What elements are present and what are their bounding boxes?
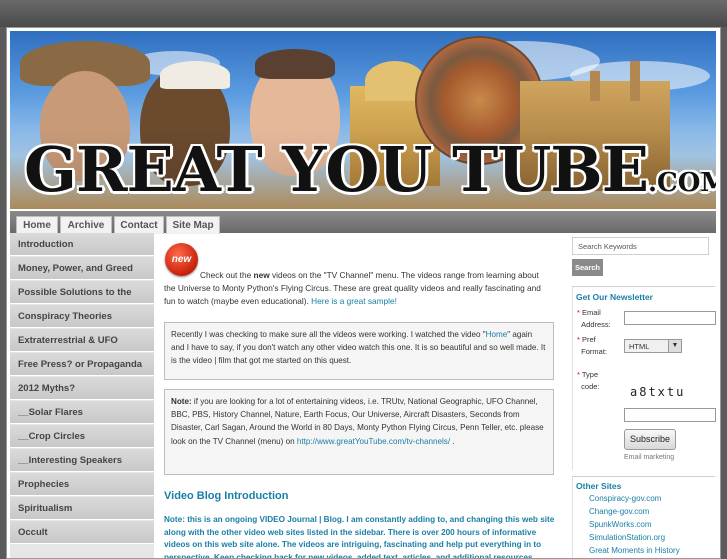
sidebar-item-prophecies[interactable]: Prophecies — [10, 473, 154, 496]
site-title-suffix: .COM — [647, 168, 716, 198]
sidebar-item-introduction[interactable]: Introduction — [10, 233, 154, 256]
other-site-link[interactable]: SimulationStation.org — [589, 533, 665, 542]
section-note: Note: this is an ongoing VIDEO Journal |… — [164, 515, 555, 559]
site-title-text: GREAT YOU TUBE — [24, 133, 649, 206]
sidebar-item-interesting-speakers[interactable]: __Interesting Speakers — [10, 449, 154, 472]
other-sites-title: Other Sites — [576, 481, 622, 491]
captcha-input[interactable] — [624, 408, 716, 422]
spire-image — [630, 61, 640, 101]
note-label: Note: — [171, 397, 192, 406]
sidebar-item-occult[interactable]: Occult — [10, 521, 154, 544]
other-site-link[interactable]: Change-gov.com — [589, 507, 649, 516]
tab-contact[interactable]: Contact — [114, 216, 164, 234]
tv-channels-link[interactable]: http://www.greatYouTube.com/tv-channels/ — [297, 437, 450, 446]
subscribe-button[interactable]: Subscribe — [624, 429, 676, 450]
page-frame: GREAT YOU TUBE.COM Home Archive Contact … — [6, 27, 721, 559]
right-sidebar: Search Keywords Search Get Our Newslette… — [572, 233, 717, 558]
search-button[interactable]: Search — [572, 259, 603, 276]
other-site-link[interactable]: Conspiracy-gov.com — [589, 494, 661, 503]
kufi-image — [160, 61, 230, 89]
note-end: . — [450, 436, 455, 446]
tab-site-map[interactable]: Site Map — [166, 216, 220, 234]
format-label: * Pref Format: — [577, 335, 608, 356]
section-title: Video Blog Introduction — [164, 490, 289, 502]
sidebar-item-conspiracy-theories[interactable]: Conspiracy Theories — [10, 305, 154, 328]
left-sidebar: Introduction Money, Power, and Greed Pos… — [10, 233, 154, 558]
email-label: * Email Address: — [577, 308, 611, 329]
intro-bold: new — [253, 270, 270, 280]
top-navigation: Home Archive Contact Site Map — [10, 211, 716, 234]
sidebar-item-free-press[interactable]: Free Press? or Propaganda — [10, 353, 154, 376]
tab-archive[interactable]: Archive — [60, 216, 112, 234]
main-content: new Check out the new videos on the "TV … — [154, 233, 564, 559]
other-site-link[interactable]: SpunkWorks.com — [589, 520, 652, 529]
sidebar-item-spiritualism[interactable]: Spiritualism — [10, 497, 154, 520]
captcha-label: * Type code: — [577, 370, 600, 391]
sidebar-item-2012-myths[interactable]: 2012 Myths? — [10, 377, 154, 400]
header-banner: GREAT YOU TUBE.COM — [10, 31, 716, 209]
other-site-link[interactable]: Great Moments in History — [589, 546, 680, 555]
newsletter-title: Get Our Newsletter — [576, 292, 653, 302]
site-logo-title[interactable]: GREAT YOU TUBE.COM — [24, 133, 716, 206]
intro-paragraph: Check out the new videos on the "TV Chan… — [164, 269, 549, 309]
hair-image — [255, 49, 335, 79]
email-field[interactable] — [624, 311, 716, 325]
browser-top-strip — [0, 0, 727, 27]
captcha-image: a8txtu — [630, 385, 686, 399]
info-box-recent: Recently I was checking to make sure all… — [164, 322, 554, 380]
sidebar-item-solar-flares[interactable]: __Solar Flares — [10, 401, 154, 424]
chevron-down-icon: ▼ — [668, 340, 681, 352]
intro-text: Check out the — [200, 270, 254, 280]
tab-home[interactable]: Home — [16, 216, 58, 234]
sidebar-item-extraterrestrial-ufo[interactable]: Extraterrestrial & UFO — [10, 329, 154, 352]
format-select[interactable]: HTML ▼ — [624, 339, 682, 353]
box1-text: Recently I was checking to make sure all… — [171, 330, 486, 339]
home-video-link[interactable]: Home — [486, 330, 508, 339]
spire-image — [590, 71, 600, 101]
sidebar-item-crop-circles[interactable]: __Crop Circles — [10, 425, 154, 448]
sidebar-item-money-power-greed[interactable]: Money, Power, and Greed — [10, 257, 154, 280]
email-marketing-link[interactable]: Email marketing — [624, 454, 674, 461]
great-sample-link[interactable]: Here is a great sample! — [311, 296, 397, 306]
search-input[interactable]: Search Keywords — [572, 237, 709, 255]
sidebar-item-possible-solutions[interactable]: Possible Solutions to the Crisis — [10, 281, 154, 321]
info-box-note: Note: if you are looking for a lot of en… — [164, 389, 554, 475]
